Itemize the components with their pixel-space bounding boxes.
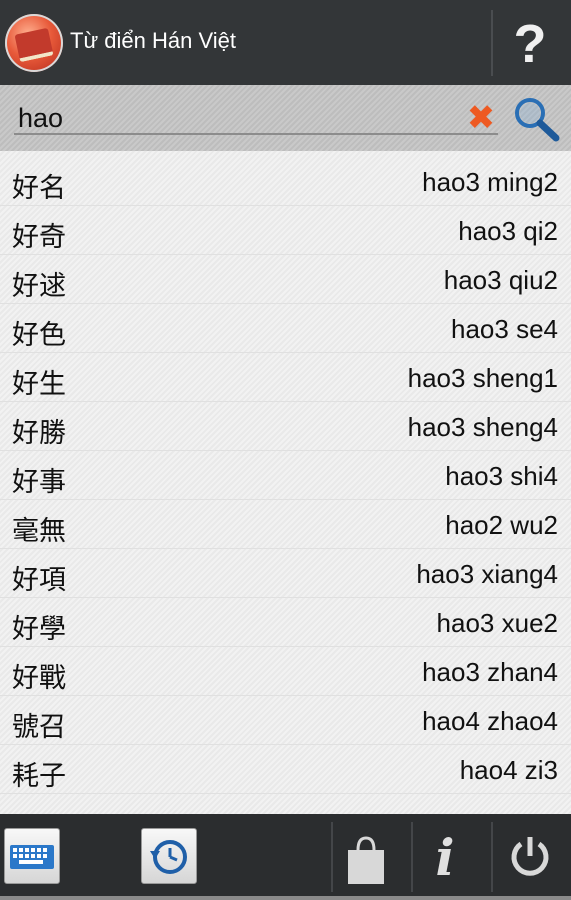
result-hanzi: 好事 bbox=[12, 467, 66, 498]
result-pinyin: hao3 se4 bbox=[451, 314, 558, 344]
result-row[interactable]: 好事 hao3 shi4 bbox=[0, 451, 571, 500]
result-row[interactable]: 好學 hao3 xue2 bbox=[0, 598, 571, 647]
result-pinyin: hao4 zi3 bbox=[459, 755, 558, 785]
result-hanzi: 耗子 bbox=[12, 761, 66, 792]
info-icon[interactable]: i bbox=[425, 828, 465, 888]
history-clock-icon bbox=[150, 840, 187, 874]
result-row[interactable]: 好奇 hao3 qi2 bbox=[0, 206, 571, 255]
power-icon[interactable] bbox=[505, 832, 555, 882]
result-hanzi: 好生 bbox=[12, 369, 66, 400]
result-pinyin: hao3 xiang4 bbox=[416, 559, 558, 589]
result-pinyin: hao3 qi2 bbox=[458, 216, 558, 246]
result-row[interactable]: 好戰 hao3 zhan4 bbox=[0, 647, 571, 696]
result-pinyin: hao3 zhan4 bbox=[422, 657, 558, 687]
result-row[interactable]: 好逑 hao3 qiu2 bbox=[0, 255, 571, 304]
keyboard-icon bbox=[10, 845, 54, 869]
result-row[interactable]: 毫無 hao2 wu2 bbox=[0, 500, 571, 549]
keyboard-button[interactable] bbox=[4, 828, 60, 884]
search-input[interactable] bbox=[14, 103, 498, 135]
result-hanzi: 好戰 bbox=[12, 663, 66, 694]
result-hanzi: 好勝 bbox=[12, 418, 66, 449]
result-pinyin: hao3 shi4 bbox=[445, 461, 558, 491]
result-hanzi: 好色 bbox=[12, 320, 66, 351]
app-title: Từ điển Hán Việt bbox=[70, 28, 236, 53]
header-divider bbox=[491, 10, 493, 76]
result-row[interactable]: 好勝 hao3 sheng4 bbox=[0, 402, 571, 451]
result-hanzi: 好學 bbox=[12, 614, 66, 645]
result-hanzi: 好項 bbox=[12, 565, 66, 596]
result-pinyin: hao2 wu2 bbox=[445, 510, 558, 540]
history-button[interactable] bbox=[141, 828, 197, 884]
app-header: Từ điển Hán Việt ? bbox=[0, 0, 571, 85]
result-row[interactable]: 好色 hao3 se4 bbox=[0, 304, 571, 353]
result-hanzi: 好奇 bbox=[12, 222, 66, 253]
magnifier-icon[interactable] bbox=[511, 95, 561, 143]
result-row[interactable]: 耗子 hao4 zi3 bbox=[0, 745, 571, 794]
result-row[interactable]: 好項 hao3 xiang4 bbox=[0, 549, 571, 598]
bottom-edge bbox=[0, 896, 571, 900]
bottom-toolbar: i bbox=[0, 814, 571, 900]
clear-x-icon[interactable]: ✖ bbox=[466, 101, 496, 135]
book-shape bbox=[14, 27, 54, 63]
shopping-bag-icon[interactable] bbox=[344, 832, 388, 888]
toolbar-divider bbox=[491, 822, 493, 892]
result-row[interactable]: 號召 hao4 zhao4 bbox=[0, 696, 571, 745]
result-pinyin: hao3 ming2 bbox=[422, 167, 558, 197]
result-pinyin: hao3 sheng4 bbox=[407, 412, 558, 442]
result-hanzi: 號召 bbox=[12, 712, 66, 743]
result-hanzi: 好名 bbox=[12, 173, 66, 204]
question-mark-icon[interactable]: ? bbox=[505, 14, 555, 74]
toolbar-divider bbox=[411, 822, 413, 892]
result-row[interactable]: 好生 hao3 sheng1 bbox=[0, 353, 571, 402]
dictionary-book-icon[interactable] bbox=[5, 14, 63, 72]
result-pinyin: hao3 sheng1 bbox=[407, 363, 558, 393]
result-hanzi: 好逑 bbox=[12, 271, 66, 302]
toolbar-divider bbox=[331, 822, 333, 892]
search-bar: ✖ bbox=[0, 85, 571, 151]
result-hanzi: 毫無 bbox=[12, 516, 66, 547]
result-pinyin: hao3 qiu2 bbox=[443, 265, 558, 295]
results-list: 好名 hao3 ming2 好奇 hao3 qi2 好逑 hao3 qiu2 好色 hao3 … bbox=[0, 151, 571, 814]
result-pinyin: hao3 xue2 bbox=[436, 608, 558, 638]
result-pinyin: hao4 zhao4 bbox=[422, 706, 558, 736]
result-row[interactable]: 好名 hao3 ming2 bbox=[0, 157, 571, 206]
